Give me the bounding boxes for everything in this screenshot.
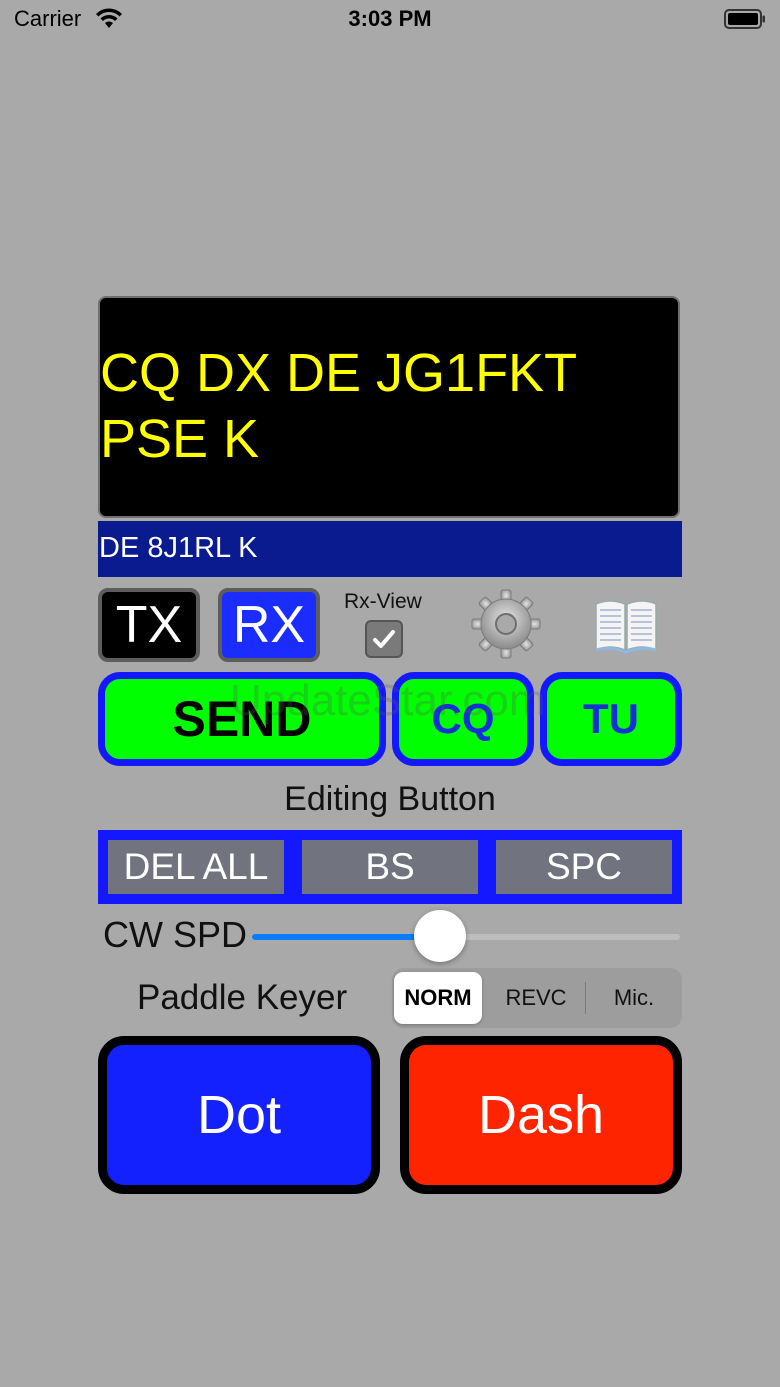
dash-button[interactable]: Dash [400,1036,682,1194]
cw-speed-label: CW SPD [103,914,247,955]
tx-text-content: CQ DX DE JG1FKT PSE K [100,343,578,469]
paddle-keyer-label: Paddle Keyer [137,978,348,1017]
backspace-button[interactable]: BS [302,840,478,894]
editing-button-title: Editing Button [284,780,496,818]
space-button[interactable]: SPC [496,840,672,894]
clock: 3:03 PM [348,6,432,31]
tx-button[interactable]: TX [98,588,200,662]
checkmark-icon [373,630,395,648]
cw-speed-thumb[interactable] [414,910,467,962]
rx-text-content: DE 8J1RL K [99,532,258,564]
gear-icon[interactable] [470,588,542,660]
del-all-button[interactable]: DEL ALL [108,840,284,894]
book-icon[interactable] [592,594,660,654]
keyer-mode-revc[interactable]: REVC [490,968,582,1028]
tu-button[interactable]: TU [540,672,682,766]
keyer-mode-norm[interactable]: NORM [394,972,482,1024]
segment-divider [585,982,586,1014]
battery-icon [724,9,765,29]
cw-speed-fill [252,934,441,940]
keyer-mode-mic[interactable]: Mic. [588,968,680,1028]
watermark: UpdateStar.com [230,676,546,725]
rx-view-label: Rx-View [344,590,422,613]
dot-button[interactable]: Dot [98,1036,380,1194]
rx-button[interactable]: RX [218,588,320,662]
rx-view-checkbox[interactable] [365,620,403,658]
